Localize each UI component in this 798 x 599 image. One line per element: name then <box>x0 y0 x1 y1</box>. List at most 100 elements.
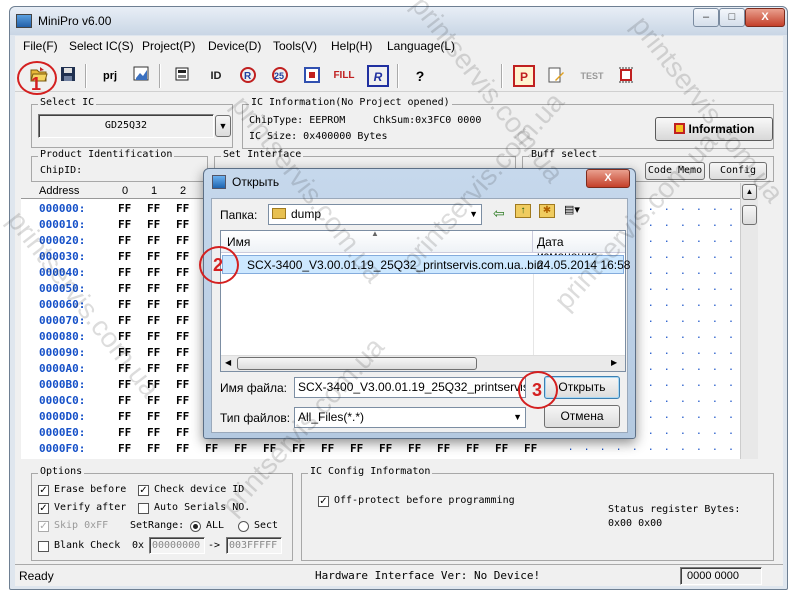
read-id-icon[interactable]: ID <box>205 65 227 87</box>
hex-cell[interactable]: FF <box>147 282 160 295</box>
col-name[interactable]: Имя <box>227 235 250 249</box>
hex-cell[interactable]: FF <box>147 202 160 215</box>
save-project-icon[interactable] <box>131 65 153 87</box>
hex-cell[interactable]: FF <box>118 282 131 295</box>
hex-cell[interactable]: FF <box>118 442 131 455</box>
fill-icon[interactable]: FILL <box>331 65 357 87</box>
check-device-id-checkbox[interactable]: ✓ <box>138 485 149 496</box>
hex-cell[interactable]: FF <box>118 250 131 263</box>
hex-cell[interactable]: FF <box>176 282 189 295</box>
verify-after-checkbox[interactable]: ✓ <box>38 503 49 514</box>
hex-cell[interactable]: FF <box>118 218 131 231</box>
dialog-close-button[interactable]: X <box>586 169 630 188</box>
open-project-icon[interactable]: prj <box>97 65 123 87</box>
hex-cell[interactable]: FF <box>147 442 160 455</box>
close-button[interactable]: X <box>745 8 785 27</box>
hex-cell[interactable]: FF <box>176 410 189 423</box>
hex-cell[interactable]: FF <box>176 362 189 375</box>
horizontal-scrollbar[interactable]: ◀ ▶ <box>221 355 625 371</box>
range-from-field[interactable]: 00000000 <box>149 537 205 554</box>
skip-ff-checkbox[interactable]: ✓ <box>38 521 49 532</box>
edit-icon[interactable] <box>545 65 567 87</box>
hex-cell[interactable]: FF <box>118 202 131 215</box>
vertical-scrollbar[interactable]: ▲ <box>740 183 758 459</box>
hex-cell[interactable]: FF <box>147 426 160 439</box>
read-icon[interactable]: R <box>237 65 259 87</box>
hex-cell[interactable]: FF <box>118 298 131 311</box>
file-row[interactable]: SCX-3400_V3.00.01.19_25Q32_printservis.c… <box>222 255 630 274</box>
hex-cell[interactable]: FF <box>176 442 189 455</box>
hex-cell[interactable]: FF <box>176 298 189 311</box>
hex-cell[interactable]: FF <box>379 442 392 455</box>
hex-cell[interactable]: FF <box>524 442 537 455</box>
view-menu-icon[interactable]: ▤▾ <box>564 204 586 218</box>
auto-serials-checkbox[interactable] <box>138 503 149 514</box>
hex-cell[interactable]: FF <box>118 266 131 279</box>
hex-cell[interactable]: FF <box>234 442 247 455</box>
hex-cell[interactable]: FF <box>147 378 160 391</box>
hex-cell[interactable]: FF <box>176 314 189 327</box>
hex-cell[interactable]: FF <box>408 442 421 455</box>
hex-cell[interactable]: FF <box>495 442 508 455</box>
menu-language[interactable]: Language(L) <box>387 39 455 53</box>
hex-cell[interactable]: FF <box>176 394 189 407</box>
hex-cell[interactable]: FF <box>321 442 334 455</box>
hex-cell[interactable]: FF <box>118 426 131 439</box>
chip-save-icon[interactable] <box>171 65 193 87</box>
program-icon[interactable]: 25 <box>269 65 291 87</box>
hex-cell[interactable]: FF <box>292 442 305 455</box>
hex-cell[interactable]: FF <box>147 394 160 407</box>
hex-cell[interactable]: FF <box>147 346 160 359</box>
hex-cell[interactable]: FF <box>147 218 160 231</box>
scroll-up-button[interactable]: ▲ <box>742 184 757 200</box>
save-icon[interactable] <box>57 65 79 87</box>
information-button[interactable]: Information <box>655 117 773 141</box>
help-icon[interactable]: ? <box>409 65 431 87</box>
hex-cell[interactable]: FF <box>437 442 450 455</box>
hex-cell[interactable]: FF <box>176 202 189 215</box>
hex-cell[interactable]: FF <box>118 378 131 391</box>
hex-cell[interactable]: FF <box>176 234 189 247</box>
test-icon[interactable]: TEST <box>577 65 607 87</box>
chip-icon[interactable] <box>615 65 637 87</box>
hex-cell[interactable]: FF <box>147 314 160 327</box>
scroll-right-icon[interactable]: ▶ <box>611 358 617 367</box>
select-ic-dropdown[interactable]: ▼ <box>215 115 231 137</box>
hex-cell[interactable]: FF <box>147 266 160 279</box>
hex-cell[interactable]: FF <box>176 330 189 343</box>
blank-check-checkbox[interactable] <box>38 541 49 552</box>
hex-cell[interactable]: FF <box>118 410 131 423</box>
menu-project[interactable]: Project(P) <box>142 39 195 53</box>
up-folder-icon[interactable]: ↑ <box>515 204 531 218</box>
off-protect-checkbox[interactable]: ✓ <box>318 496 329 507</box>
hex-cell[interactable]: FF <box>118 330 131 343</box>
hex-cell[interactable]: FF <box>118 394 131 407</box>
hex-cell[interactable]: FF <box>176 218 189 231</box>
hex-cell[interactable]: FF <box>466 442 479 455</box>
hex-cell[interactable]: FF <box>118 234 131 247</box>
back-icon[interactable]: ⇦ <box>493 205 505 222</box>
h-scroll-thumb[interactable] <box>237 357 477 370</box>
filetype-select[interactable]: All_Files(*.*) ▼ <box>294 407 526 428</box>
scroll-thumb[interactable] <box>742 205 757 225</box>
new-folder-icon[interactable]: ✱ <box>539 204 555 218</box>
hex-cell[interactable]: FF <box>205 442 218 455</box>
menu-tools[interactable]: Tools(V) <box>273 39 317 53</box>
menu-file[interactable]: File(F) <box>23 39 58 53</box>
file-list[interactable]: Имя ▲ Дата изменения SCX-3400_V3.00.01.1… <box>220 229 630 372</box>
hex-cell[interactable]: FF <box>118 314 131 327</box>
hex-cell[interactable]: FF <box>147 362 160 375</box>
range-to-field[interactable]: 003FFFFF <box>226 537 282 554</box>
code-memo-button[interactable]: Code Memo <box>645 162 705 180</box>
hex-cell[interactable]: FF <box>176 378 189 391</box>
config-button[interactable]: Config <box>709 162 767 180</box>
menu-device[interactable]: Device(D) <box>208 39 261 53</box>
maximize-button[interactable]: □ <box>719 8 745 27</box>
cancel-button[interactable]: Отмена <box>544 405 620 428</box>
hex-cell[interactable]: FF <box>118 346 131 359</box>
menu-help[interactable]: Help(H) <box>331 39 372 53</box>
hex-cell[interactable]: FF <box>147 410 160 423</box>
verify-icon[interactable] <box>301 65 323 87</box>
range-all-radio[interactable] <box>190 521 201 532</box>
hex-cell[interactable]: FF <box>147 234 160 247</box>
